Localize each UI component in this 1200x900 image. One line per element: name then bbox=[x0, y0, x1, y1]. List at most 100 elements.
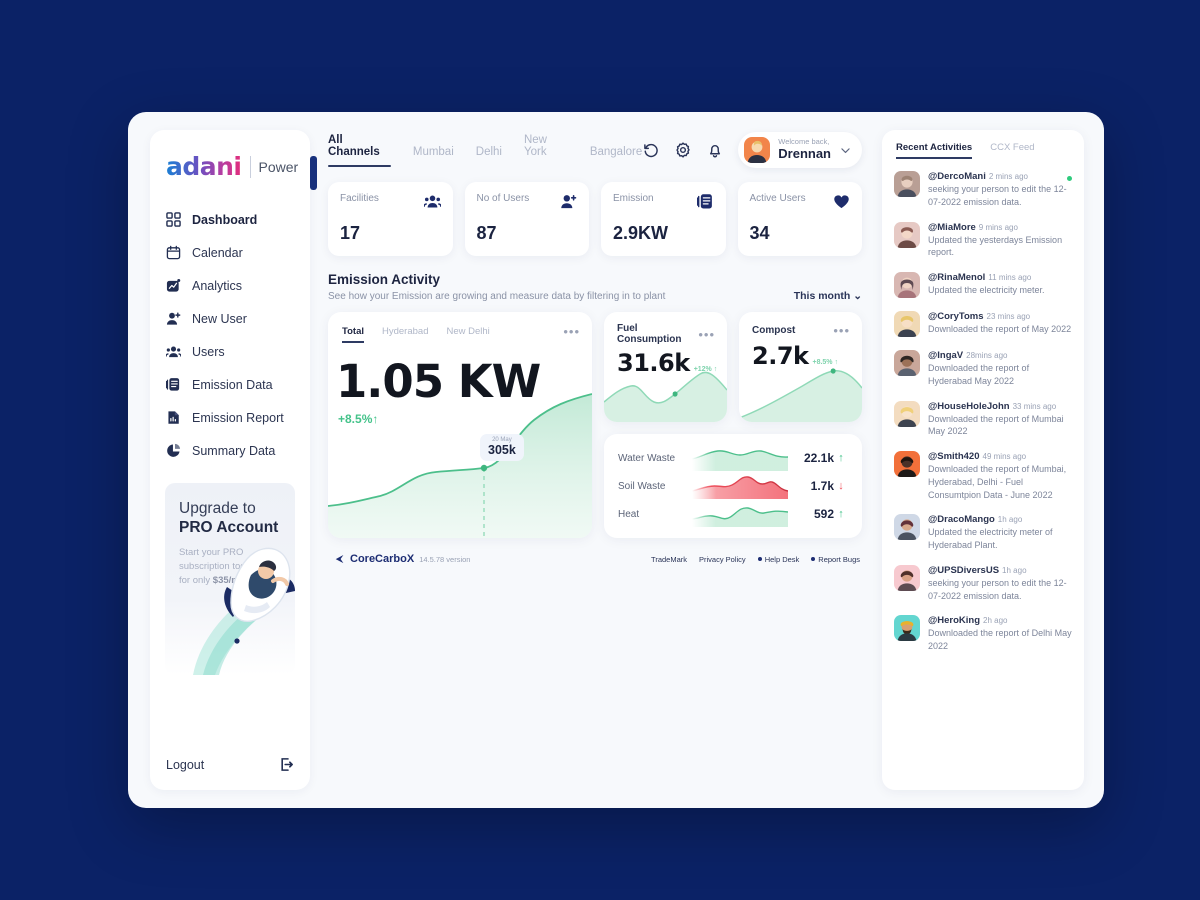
activity-user: @DercoMani bbox=[928, 171, 986, 182]
sidebar-nav: Dashboard Calendar Analytics New User Us… bbox=[150, 203, 310, 467]
stat-card-active-users[interactable]: Active Users 34 bbox=[737, 182, 862, 256]
list-item[interactable]: @DercoMani 2 mins ago seeking your person… bbox=[894, 165, 1074, 216]
channel-tab-new-york[interactable]: New York bbox=[524, 134, 568, 167]
chart-more-options-icon[interactable]: ••• bbox=[833, 323, 850, 338]
list-item[interactable]: @HeroKing 2h ago Downloaded the report of… bbox=[894, 609, 1074, 660]
avatar bbox=[894, 350, 920, 377]
tab-ccx-feed[interactable]: CCX Feed bbox=[990, 142, 1034, 159]
logo-divider bbox=[249, 155, 251, 178]
sidebar-item-analytics[interactable]: Analytics bbox=[165, 269, 310, 302]
chart-more-options-icon[interactable]: ••• bbox=[698, 327, 715, 342]
chart-tab-total[interactable]: Total bbox=[342, 326, 364, 343]
activity-user: @CoryToms bbox=[928, 311, 984, 323]
avatar bbox=[894, 272, 920, 299]
avatar bbox=[894, 221, 920, 248]
activity-text: Updated the electricity meter of Hyderab… bbox=[928, 527, 1053, 551]
user-profile-chip[interactable]: Welcome back, Drennan bbox=[738, 132, 862, 168]
logout-button[interactable]: Logout bbox=[150, 757, 310, 790]
fuel-consumption-area-chart bbox=[604, 371, 727, 422]
activity-time: 1h ago bbox=[1002, 565, 1027, 575]
avatar bbox=[744, 137, 771, 163]
activity-user: @RinaMenol bbox=[928, 272, 986, 284]
logo-text-power: Power bbox=[258, 158, 299, 175]
chart-tabs: Total Hyderabad New Delhi ••• bbox=[328, 312, 592, 343]
channel-tab-bangalore[interactable]: Bangalore bbox=[590, 146, 642, 167]
chart-tab-new-delhi[interactable]: New Delhi bbox=[446, 326, 489, 343]
stat-card-no-of-users[interactable]: No of Users 87 bbox=[464, 182, 589, 256]
footer-link-help-desk[interactable]: Help Desk bbox=[757, 554, 800, 564]
sidebar-item-label: Dashboard bbox=[192, 212, 258, 227]
stat-card-facilities[interactable]: Facilities 17 bbox=[328, 182, 453, 256]
activity-time: 28mins ago bbox=[966, 351, 1008, 361]
stat-value: 87 bbox=[476, 223, 497, 243]
mini-card-title: Fuel Consumption bbox=[617, 323, 682, 345]
channel-tabs: All Channels Mumbai Delhi New York Banga… bbox=[328, 134, 642, 167]
activity-text: Downloaded the report of Mumbai, Hyderab… bbox=[928, 464, 1067, 500]
avatar bbox=[894, 514, 920, 541]
footer-link-privacy-policy[interactable]: Privacy Policy bbox=[699, 555, 746, 564]
sidebar-item-summary-data[interactable]: Summary Data bbox=[165, 434, 310, 467]
activity-text: Downloaded the report of Delhi May 2022 bbox=[928, 628, 1072, 652]
sidebar-item-emission-report[interactable]: Emission Report bbox=[165, 401, 310, 434]
sidebar-item-calendar[interactable]: Calendar bbox=[165, 236, 310, 269]
sidebar-item-label: Users bbox=[192, 344, 225, 359]
layers-icon bbox=[165, 376, 182, 393]
footer-brand[interactable]: CoreCarboX 14.5.78 version bbox=[332, 553, 470, 566]
compost-card: Compost ••• 2.7k +8.5% ↑ bbox=[739, 312, 862, 422]
logout-label: Logout bbox=[166, 757, 205, 772]
list-item[interactable]: @CoryToms 23 mins ago Downloaded the repo… bbox=[894, 305, 1074, 344]
waste-arrow-up: ↑ bbox=[838, 452, 844, 464]
activity-time: 11 mins ago bbox=[988, 273, 1032, 283]
tab-recent-activities[interactable]: Recent Activities bbox=[896, 142, 973, 159]
sidebar-item-users[interactable]: Users bbox=[165, 335, 310, 368]
list-item[interactable]: @MiaMore 9 mins ago Updated the yesterday… bbox=[894, 216, 1074, 267]
list-item[interactable]: @RinaMenol 11 mins ago Updated the electr… bbox=[894, 266, 1074, 305]
sidebar-item-label: Emission Report bbox=[192, 410, 284, 425]
list-item[interactable]: @Smith420 49 mins ago Downloaded the repo… bbox=[894, 445, 1074, 508]
footer-link-label: Help Desk bbox=[764, 554, 800, 564]
right-charts-column: Fuel Consumption ••• 31.6k +12% ↑ Compos… bbox=[604, 312, 862, 538]
stat-card-emission[interactable]: Emission 2.9KW bbox=[601, 182, 726, 256]
chart-more-options-icon[interactable]: ••• bbox=[563, 324, 580, 343]
waste-value: 22.1k bbox=[803, 451, 834, 465]
waste-label: Water Waste bbox=[618, 452, 676, 464]
history-icon[interactable] bbox=[642, 141, 660, 159]
sidebar-scroll-indicator[interactable] bbox=[310, 156, 317, 190]
footer-product-name: CoreCarboX bbox=[350, 553, 415, 565]
chevron-down-icon[interactable] bbox=[839, 144, 852, 157]
activity-text: Downloaded the report of Hyderabad May 2… bbox=[928, 363, 1030, 386]
activity-user: @MiaMore bbox=[928, 221, 976, 233]
channel-tab-mumbai[interactable]: Mumbai bbox=[413, 146, 454, 167]
sidebar-item-new-user[interactable]: New User bbox=[165, 302, 310, 335]
stat-value: 2.9KW bbox=[613, 223, 669, 243]
channel-tab-delhi[interactable]: Delhi bbox=[476, 146, 502, 167]
page-title: Emission Activity bbox=[328, 272, 441, 287]
layers-icon bbox=[696, 193, 714, 215]
list-item[interactable]: @DracoMango 1h ago Updated the electricit… bbox=[894, 508, 1074, 559]
gear-icon[interactable] bbox=[674, 141, 692, 159]
bullet-icon bbox=[757, 557, 762, 561]
bullet-icon bbox=[811, 557, 816, 561]
footer-link-report-bugs[interactable]: Report Bugs bbox=[811, 555, 860, 564]
dashboard-window: adani Power Dashboard Calendar Analytics… bbox=[128, 112, 1104, 808]
chart-tab-hyderabad[interactable]: Hyderabad bbox=[382, 326, 428, 343]
footer-link-trademark[interactable]: TradeMark bbox=[651, 555, 687, 564]
upgrade-promo-card[interactable]: Upgrade to PRO Account Start your PRO su… bbox=[165, 483, 295, 675]
activity-list[interactable]: @DercoMani 2 mins ago seeking your person… bbox=[882, 159, 1084, 790]
activity-text: Downloaded the report of May 2022 bbox=[928, 324, 1072, 335]
activity-time: 9 mins ago bbox=[978, 222, 1018, 232]
stat-label: Active Users bbox=[749, 193, 806, 204]
month-filter-dropdown[interactable]: This month ⌄ bbox=[794, 290, 862, 302]
sidebar-item-label: Emission Data bbox=[192, 377, 273, 392]
sidebar-item-dashboard[interactable]: Dashboard bbox=[165, 203, 310, 236]
charts-area: Total Hyderabad New Delhi ••• 1.05 KW +8… bbox=[328, 312, 862, 538]
list-item[interactable]: @HouseHoleJohn 33 mins ago Downloaded the… bbox=[894, 395, 1074, 446]
users-icon bbox=[165, 343, 182, 360]
waste-metrics-card: Water Waste 22.1k ↑ Soil Waste 1.7k ↓ He… bbox=[604, 434, 862, 538]
list-item[interactable]: @IngaV 28mins ago Downloaded the report o… bbox=[894, 344, 1074, 395]
waste-arrow-up: ↑ bbox=[838, 508, 844, 520]
sidebar-item-emission-data[interactable]: Emission Data bbox=[165, 368, 310, 401]
list-item[interactable]: @UPSDiversUS 1h ago seeking your person t… bbox=[894, 559, 1074, 610]
channel-tab-all[interactable]: All Channels bbox=[328, 134, 391, 167]
bell-icon[interactable] bbox=[706, 141, 724, 159]
